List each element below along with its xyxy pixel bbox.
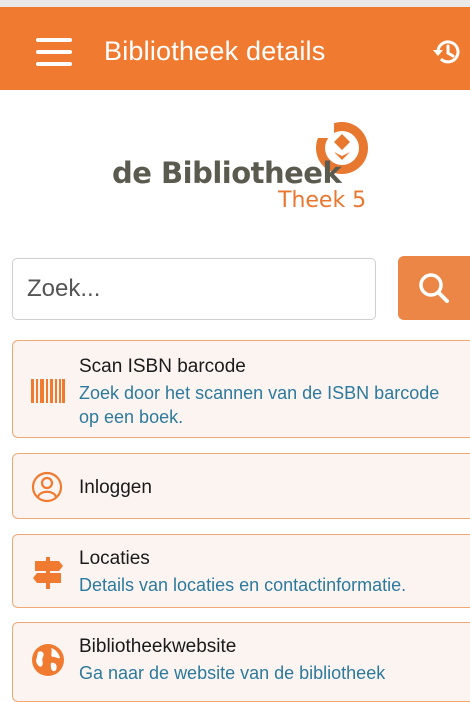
card-title: Bibliotheekwebsite: [79, 636, 237, 657]
library-logo: de Bibliotheek Theek 5: [112, 112, 372, 222]
search-button[interactable]: [398, 256, 470, 320]
user-icon: [31, 471, 63, 503]
card-title: Scan ISBN barcode: [79, 356, 246, 377]
search-icon: [419, 273, 449, 303]
card-title: Locaties: [79, 548, 150, 569]
card-description: Ga naar de website van de bibliotheek: [79, 663, 386, 683]
globe-icon: [32, 644, 64, 676]
scan-isbn-card[interactable]: Scan ISBN barcode Zoek door het scannen …: [12, 340, 470, 438]
signpost-icon: [33, 557, 63, 589]
card-description: Details van locaties en contactinformati…: [79, 575, 407, 595]
login-card[interactable]: Inloggen: [12, 453, 470, 519]
card-title: Inloggen: [79, 477, 152, 498]
website-card[interactable]: Bibliotheekwebsite Ga naar de website va…: [12, 622, 470, 702]
app-bar: Bibliotheek details: [0, 0, 470, 90]
barcode-icon: [31, 379, 65, 403]
logo-subtitle: Theek 5: [278, 188, 367, 213]
logo-text: de Bibliotheek: [112, 156, 342, 190]
card-description: Zoek door het scannen van de ISBN barcod…: [79, 383, 440, 427]
search-input[interactable]: [12, 258, 376, 320]
page-title: Bibliotheek details: [104, 36, 326, 66]
hamburger-menu-icon[interactable]: [36, 36, 76, 68]
locations-card[interactable]: Locaties Details van locaties en contact…: [12, 534, 470, 608]
history-icon[interactable]: [432, 37, 462, 67]
